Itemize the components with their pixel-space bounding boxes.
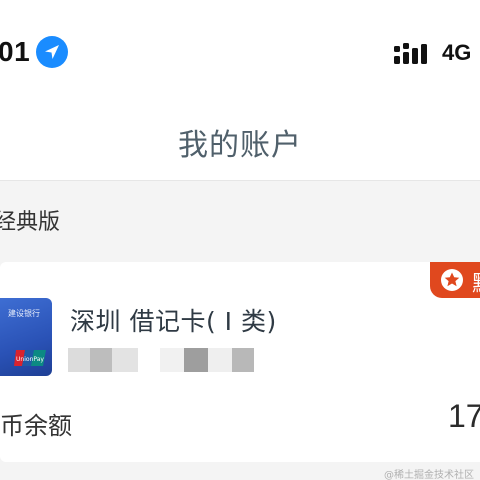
network-type-label: 4G <box>442 40 472 65</box>
masked-card-number <box>68 348 268 372</box>
section-title: 经典版 <box>0 210 61 235</box>
location-arrow-icon <box>36 36 68 68</box>
unionpay-icon: UnionPay <box>14 350 46 366</box>
page-title: 我的账户 <box>178 128 302 163</box>
default-badge-label: 默 <box>472 266 480 298</box>
svg-text:UnionPay: UnionPay <box>16 356 44 363</box>
balance-label: 币余额 <box>0 412 72 440</box>
star-icon <box>441 269 463 291</box>
watermark-text: @稀土掘金技术社区 <box>384 470 474 480</box>
cellular-signal-icon <box>394 40 434 64</box>
status-time: 01 <box>0 36 31 67</box>
default-badge: 默 <box>430 262 480 298</box>
nav-bar: 我的账户 <box>0 100 480 180</box>
bank-logo-text: 建设银行 <box>8 309 40 318</box>
card-name: 深圳 借记卡( I 类) <box>70 307 277 336</box>
bank-card-logo-icon: 建设银行 UnionPay <box>0 298 52 376</box>
status-bar: 01 4G <box>0 0 480 100</box>
balance-value: 17 <box>448 398 480 434</box>
